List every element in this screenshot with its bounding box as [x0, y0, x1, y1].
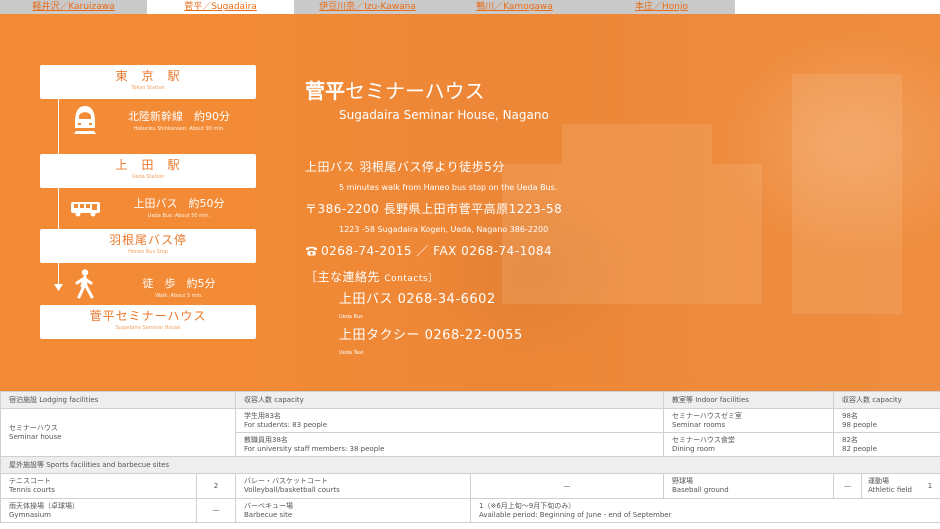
location-tabs: 軽井沢／Karuizawa 菅平／Sugadaira 伊豆川奈／Izu-Kawa…: [0, 0, 940, 14]
contact-ueda-bus-en: Ueda Bus: [339, 314, 363, 320]
facility-gymnasium: 雨天体操場（卓球場） Gymnasium: [0, 498, 197, 523]
facilities-table: 宿泊施設 Lodging facilities 収容人数 capacity 教室…: [0, 391, 940, 529]
address-text-en: 1223 -58 Sugadaira Kogen, Ueda, Nagano 3…: [339, 225, 549, 234]
facility-athletic: 運動場 Athletic field: [868, 477, 912, 494]
station-name-en: Tokyo Station: [131, 85, 165, 91]
header-capacity-indoor: 収容人数 capacity: [833, 391, 940, 409]
count-baseball: —: [834, 474, 863, 498]
count-tennis: 2: [196, 473, 236, 499]
indoor-seminar-rooms: セミナーハウスゼミ室 Seminar rooms: [662, 408, 835, 433]
contacts-heading-jp: ［主な連絡先: [305, 270, 381, 284]
segment-label: 上田バス 約50分: [133, 197, 225, 210]
header-outdoor: 屋外施設等 Sports facilities and barbecue sit…: [0, 456, 940, 474]
tab-sugadaira[interactable]: 菅平／Sugadaira: [147, 0, 294, 14]
segment-walk: 徒 歩 約5分 Walk: About 5 min.: [40, 265, 256, 305]
contact-ueda-taxi: 上田タクシー 0268-22-0055: [339, 328, 523, 343]
tab-izu-kawana[interactable]: 伊豆川奈／Izu-Kawana: [294, 0, 441, 14]
station-name: 東 京 駅: [115, 69, 181, 83]
station-sugadaira: 菅平セミナーハウス Sugadaira Seminar House: [40, 305, 256, 339]
facility-barbecue: バーベキュー場 Barbecue site: [235, 498, 471, 523]
count-athletic: 1: [927, 481, 933, 490]
segment-label-en: Hokuriku Shinkansen: About 90 min.: [133, 126, 225, 132]
segment-label-en: Walk: About 5 min.: [155, 293, 203, 299]
station-name-en: Ueda Station: [131, 174, 165, 180]
contact-ueda-taxi-en: Ueda Taxi: [339, 350, 364, 356]
facility-baseball: 野球場 Baseball ground: [662, 473, 835, 499]
capacity-dining-room: 82名 82 people: [833, 432, 940, 457]
header-capacity: 収容人数 capacity: [235, 391, 664, 409]
facility-volleyball: バレー・バスケットコート Volleyball/basketball court…: [235, 473, 471, 499]
access-text-en: 5 minutes walk from Haneo bus stop on th…: [339, 183, 558, 192]
segment-shinkansen: 北陸新幹線 約90分 Hokuriku Shinkansen: About 90…: [40, 102, 256, 140]
station-ueda: 上 田 駅 Ueda Station: [40, 154, 256, 188]
count-volleyball: —: [470, 473, 664, 499]
header-lodging: 宿泊施設 Lodging facilities: [0, 391, 236, 409]
contacts-heading-en: Contacts］: [384, 274, 438, 284]
header-indoor: 教室等 Indoor facilities: [662, 391, 835, 409]
facility-tennis: テニスコート Tennis courts: [0, 473, 197, 499]
title-rest: セミナーハウス: [345, 79, 485, 103]
barbecue-availability: 1（※6月上旬～9月下旬のみ） Available period: Beginn…: [469, 498, 940, 523]
station-name: 羽根尾バス停: [108, 233, 187, 247]
segment-bus: 上田バス 約50分 Ueda Bus: About 50 min.: [40, 191, 256, 229]
phone-fax-text: 0268-74-2015 ／ FAX 0268-74-1084: [321, 244, 553, 258]
tab-honjo[interactable]: 本庄／Honjo: [588, 0, 735, 14]
station-honeo: 羽根尾バス停 Honeo Bus Stop: [40, 229, 256, 263]
bus-icon: [71, 202, 100, 217]
phone-icon: [306, 246, 317, 256]
segment-label: 徒 歩 約5分: [142, 277, 216, 290]
lodging-seminar-house: セミナーハウス Seminar house: [0, 408, 236, 457]
walking-person-icon: [75, 269, 94, 299]
station-tokyo: 東 京 駅 Tokyo Station: [40, 65, 256, 99]
address-text: 〒386-2200 長野県上田市菅平高原1223-58: [305, 202, 563, 216]
station-name-en: Honeo Bus Stop: [128, 249, 168, 255]
count-gymnasium: —: [196, 498, 236, 523]
contacts-heading: ［主な連絡先 Contacts］: [305, 269, 438, 287]
title-bold: 菅平: [305, 79, 345, 103]
bullet-train-icon: [74, 106, 96, 134]
station-name: 菅平セミナーハウス: [89, 309, 207, 323]
phone-fax: 0268-74-2015 ／ FAX 0268-74-1084: [305, 243, 552, 259]
contact-ueda-bus: 上田バス 0268-34-6602: [339, 292, 496, 307]
capacity-staff: 教職員用38名 For university staff members: 38…: [235, 432, 664, 457]
station-name-en: Sugadaira Seminar House: [115, 325, 181, 331]
capacity-seminar-rooms: 98名 98 people: [833, 408, 940, 433]
hero-section: 東 京 駅 Tokyo Station 北陸新幹線 約90分 Hokuriku …: [0, 14, 940, 391]
station-name: 上 田 駅: [115, 158, 181, 172]
indoor-dining-room: セミナーハウス食堂 Dining room: [662, 432, 835, 457]
athletic-cell: — 運動場 Athletic field 1: [833, 473, 940, 499]
capacity-students: 学生用83名 For students: 83 people: [235, 408, 664, 433]
access-text: 上田バス 羽根尾バス停より徒歩5分: [305, 160, 505, 174]
tab-karuizawa[interactable]: 軽井沢／Karuizawa: [0, 0, 147, 14]
page-subtitle: Sugadaira Seminar House, Nagano: [339, 108, 549, 122]
segment-label: 北陸新幹線 約90分: [128, 110, 230, 123]
page-title: 菅平セミナーハウス: [305, 78, 485, 104]
tab-kamogawa[interactable]: 鴨川／Kamogawa: [441, 0, 588, 14]
segment-label-en: Ueda Bus: About 50 min.: [147, 213, 211, 219]
